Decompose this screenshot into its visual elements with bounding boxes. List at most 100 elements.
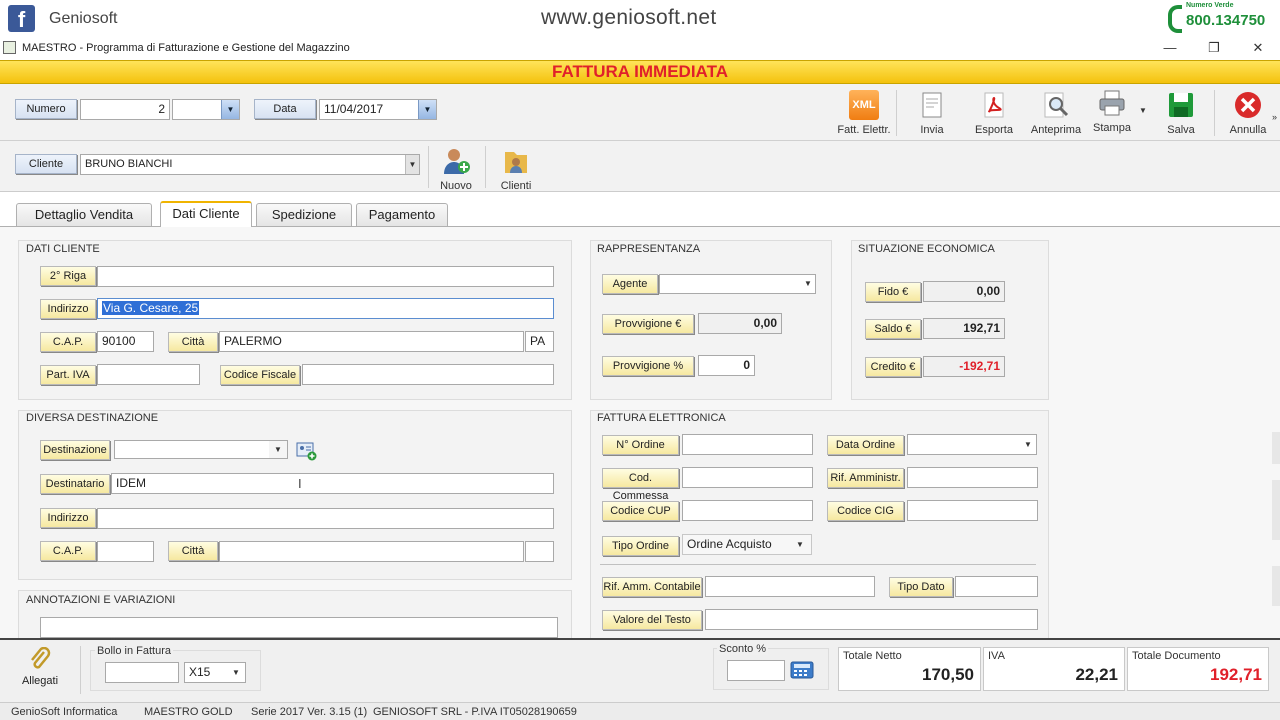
- sconto-label: Sconto %: [717, 643, 769, 655]
- saldo-label: Saldo €: [865, 319, 921, 339]
- chevron-down-icon[interactable]: ▼: [221, 100, 239, 119]
- add-address-icon[interactable]: [296, 441, 318, 461]
- dest-provincia-input[interactable]: [525, 541, 554, 562]
- codice-fiscale-input[interactable]: [302, 364, 554, 385]
- provvigione-euro-label: Provvigione €: [602, 314, 694, 334]
- cap-input[interactable]: 90100: [97, 331, 154, 352]
- codice-fiscale-label: Codice Fiscale: [220, 365, 300, 385]
- rif-amministr-input[interactable]: [907, 467, 1038, 488]
- tipo-dato-input[interactable]: [955, 576, 1038, 597]
- agente-label: Agente: [602, 274, 658, 294]
- chevron-down-icon[interactable]: ▼: [405, 155, 419, 174]
- chevron-down-icon[interactable]: ▼: [789, 535, 811, 554]
- codice-cup-input[interactable]: [682, 500, 813, 521]
- printer-icon: [1097, 88, 1127, 118]
- destinatario-input[interactable]: IDEM: [111, 473, 554, 494]
- cod-commessa-input[interactable]: [682, 467, 813, 488]
- bollo-input[interactable]: [105, 662, 179, 683]
- cliente-dropdown[interactable]: BRUNO BIANCHI ▼: [80, 154, 420, 175]
- facebook-icon[interactable]: f: [8, 5, 35, 32]
- salva-button[interactable]: Salva: [1151, 90, 1211, 136]
- divider: [80, 646, 81, 694]
- app-icon: [3, 41, 16, 54]
- status-bar: GenioSoft Informatica MAESTRO GOLD Serie…: [0, 702, 1280, 720]
- divider: [1214, 90, 1215, 136]
- stampa-dropdown-icon[interactable]: ▼: [1139, 106, 1147, 115]
- date-picker[interactable]: 11/04/2017 ▼: [319, 99, 437, 120]
- citta-input[interactable]: PALERMO: [219, 331, 524, 352]
- scrollbar[interactable]: [1272, 480, 1280, 540]
- phone-badge: Numero Verde 800.134750: [1168, 2, 1278, 36]
- bollo-qty-value: X15: [189, 665, 211, 679]
- chevron-down-icon[interactable]: ▼: [418, 100, 436, 119]
- provvigione-pct-input[interactable]: 0: [698, 355, 755, 376]
- folder-users-icon: [501, 146, 531, 176]
- status-version: Serie 2017 Ver. 3.15 (1): [251, 706, 368, 718]
- tab-pagamento[interactable]: Pagamento: [356, 203, 448, 227]
- group-title: DATI CLIENTE: [26, 243, 100, 255]
- minimize-button[interactable]: —: [1148, 38, 1192, 58]
- valore-testo-input[interactable]: [705, 609, 1038, 630]
- n-ordine-input[interactable]: [682, 434, 813, 455]
- phone-number: 800.134750: [1186, 12, 1266, 29]
- scrollbar[interactable]: [1272, 566, 1280, 606]
- provincia-input[interactable]: PA: [525, 331, 554, 352]
- stampa-button[interactable]: Stampa: [1082, 88, 1142, 134]
- bollo-qty-dropdown[interactable]: X15 ▼: [184, 662, 246, 683]
- partita-iva-input[interactable]: [97, 364, 200, 385]
- tab-spedizione[interactable]: Spedizione: [256, 203, 352, 227]
- group-title: SITUAZIONE ECONOMICA: [858, 243, 995, 255]
- restore-button[interactable]: ❐: [1192, 38, 1236, 58]
- date-value: 11/04/2017: [324, 102, 384, 116]
- tipo-ordine-dropdown[interactable]: Ordine Acquisto ▼: [682, 534, 812, 555]
- esporta-button[interactable]: Esporta: [964, 90, 1024, 136]
- numero-input[interactable]: 2: [80, 99, 170, 120]
- tipo-ordine-value: Ordine Acquisto: [687, 537, 772, 551]
- tab-dati-cliente[interactable]: Dati Cliente: [160, 201, 252, 227]
- seconda-riga-input[interactable]: [97, 266, 554, 287]
- codice-cig-input[interactable]: [907, 500, 1038, 521]
- valore-testo-label: Valore del Testo: [602, 610, 702, 630]
- close-button[interactable]: ✕: [1236, 38, 1280, 58]
- annotazioni-textarea[interactable]: [40, 617, 558, 638]
- dest-indirizzo-label: Indirizzo: [40, 508, 96, 528]
- rif-amm-contabile-label: Rif. Amm. Contabile: [602, 577, 702, 597]
- send-document-icon: [917, 90, 947, 120]
- agente-dropdown[interactable]: ▼: [659, 274, 816, 294]
- totale-netto-label: Totale Netto: [843, 650, 902, 662]
- invia-button[interactable]: Invia: [902, 90, 962, 136]
- destinazione-dropdown[interactable]: ▼: [114, 440, 288, 459]
- annulla-button[interactable]: Annulla: [1218, 90, 1278, 136]
- paperclip-icon: [14, 646, 66, 675]
- chevron-down-icon[interactable]: ▼: [269, 441, 287, 458]
- fido-value: 0,00: [923, 281, 1005, 302]
- n-ordine-label: N° Ordine: [602, 435, 679, 455]
- divider: [600, 564, 1036, 565]
- data-ordine-dropdown[interactable]: ▼: [907, 434, 1037, 455]
- chevron-down-icon[interactable]: ▼: [1020, 435, 1036, 454]
- group-title: FATTURA ELETTRONICA: [597, 412, 726, 424]
- chevron-down-icon[interactable]: ▼: [227, 663, 245, 682]
- indirizzo-input[interactable]: Via G. Cesare, 25: [97, 298, 554, 319]
- tipo-ordine-label: Tipo Ordine: [602, 536, 679, 556]
- indirizzo-label: Indirizzo: [40, 299, 96, 319]
- rif-amm-contabile-input[interactable]: [705, 576, 875, 597]
- dest-citta-input[interactable]: [219, 541, 524, 562]
- calculator-icon[interactable]: [790, 661, 814, 679]
- credito-value: -192,71: [923, 356, 1005, 377]
- dest-indirizzo-input[interactable]: [97, 508, 554, 529]
- scrollbar[interactable]: [1272, 432, 1280, 464]
- more-icon[interactable]: »: [1272, 112, 1277, 122]
- fatt-elettr-button[interactable]: XML Fatt. Elettr.: [834, 90, 894, 136]
- chevron-down-icon[interactable]: ▼: [801, 275, 815, 293]
- allegati-button[interactable]: Allegati: [14, 646, 66, 687]
- tab-dettaglio-vendita[interactable]: Dettaglio Vendita: [16, 203, 152, 227]
- serie-dropdown[interactable]: ▼: [172, 99, 240, 120]
- sconto-input[interactable]: [727, 660, 785, 681]
- anteprima-button[interactable]: Anteprima: [1026, 90, 1086, 136]
- nuovo-cliente-button[interactable]: Nuovo: [426, 146, 486, 192]
- dest-cap-input[interactable]: [97, 541, 154, 562]
- clienti-button[interactable]: Clienti: [486, 146, 546, 192]
- anteprima-label: Anteprima: [1030, 124, 1082, 136]
- data-label: Data: [254, 99, 316, 119]
